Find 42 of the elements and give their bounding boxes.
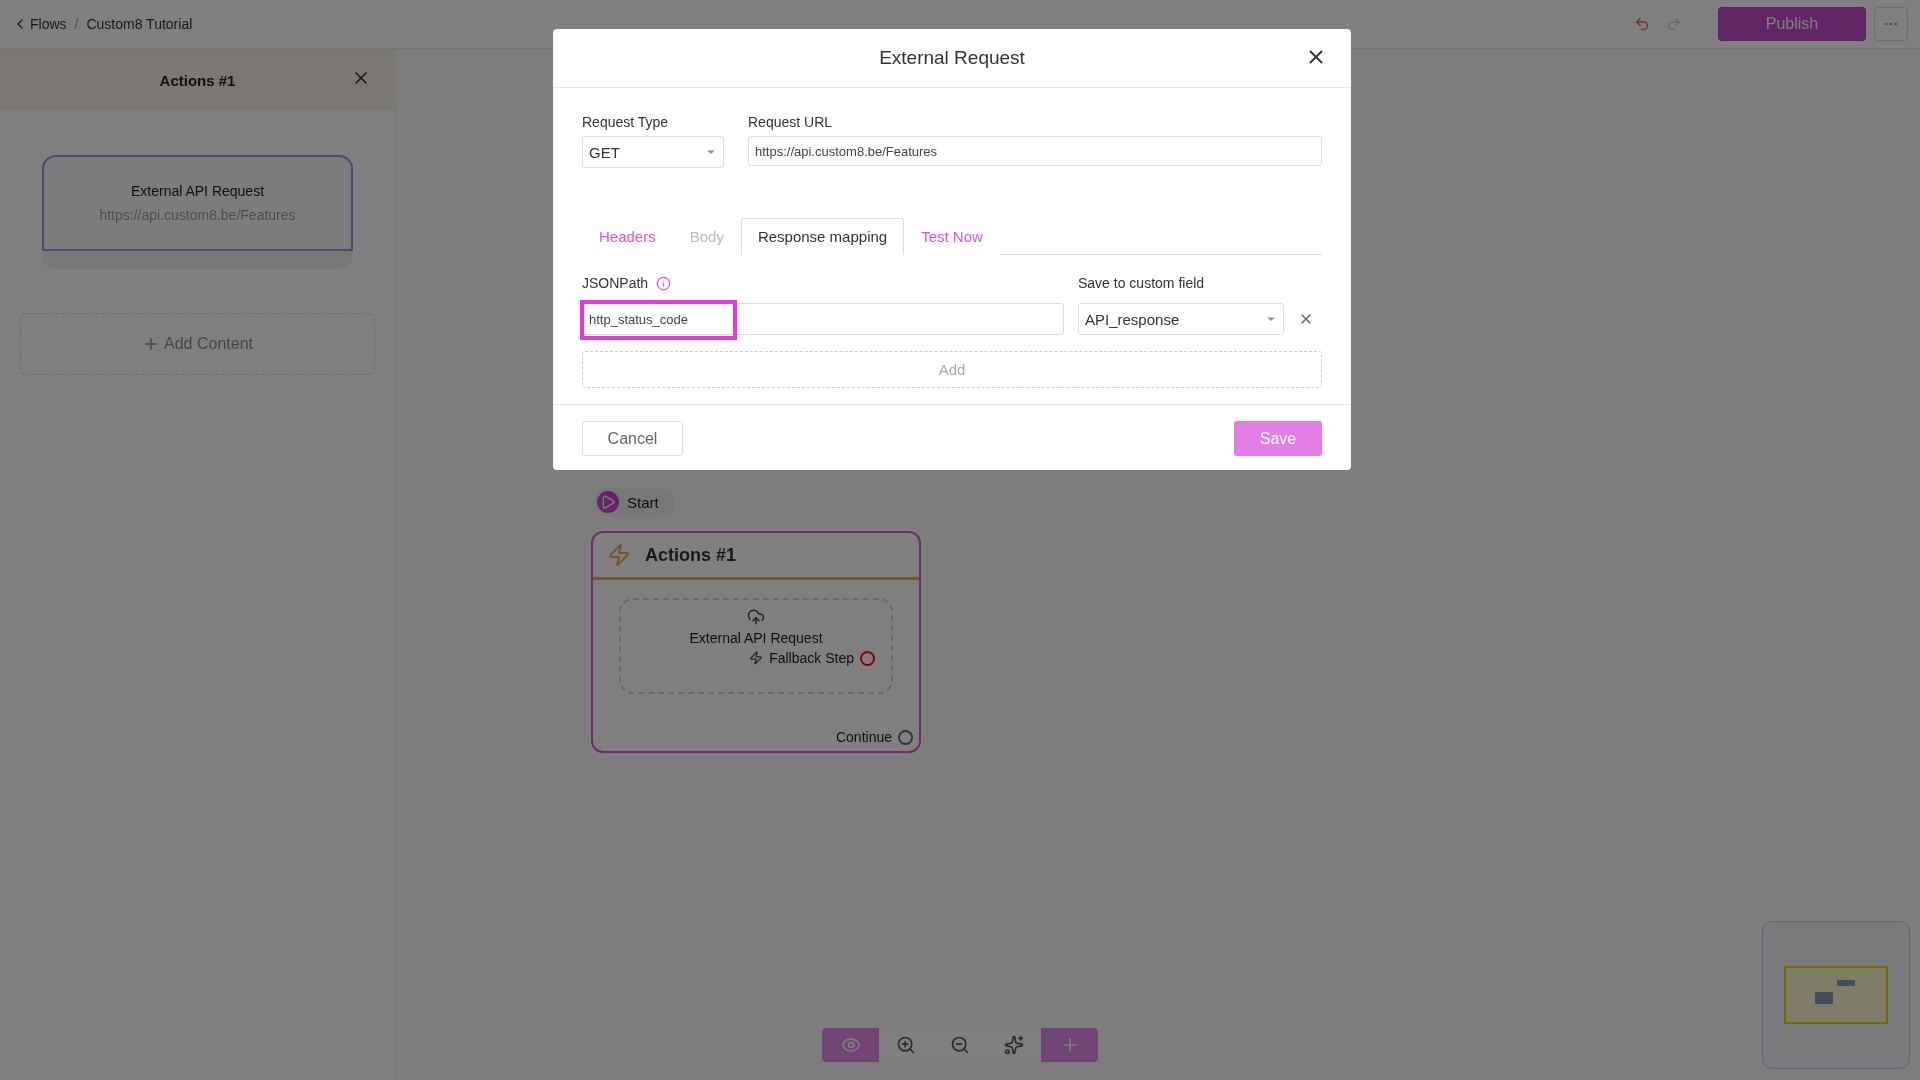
tab[interactable]: Response mapping xyxy=(740,218,905,255)
publish-button[interactable]: Publish xyxy=(1718,7,1866,41)
request-url-field[interactable]: https://api.custom8.be/Features xyxy=(748,136,1322,166)
play-icon xyxy=(597,491,619,513)
save-button[interactable]: Save xyxy=(1234,421,1322,456)
field-label: Request URL xyxy=(748,114,834,130)
redo-icon xyxy=(1666,16,1682,32)
preview-button[interactable] xyxy=(822,1028,879,1062)
breadcrumb-separator: / xyxy=(74,16,79,32)
step-card[interactable]: External API Request Fallback Step xyxy=(619,598,893,694)
action-node[interactable]: Actions #1 External API Request Fallback Step Continue xyxy=(591,531,921,753)
lightning-icon xyxy=(607,543,631,567)
card-title: External API Request xyxy=(130,183,265,199)
column-label: Save to custom field xyxy=(1078,275,1206,291)
undo-icon xyxy=(1634,16,1650,32)
back-link[interactable]: Flows xyxy=(12,16,67,32)
eye-icon xyxy=(840,1035,861,1055)
fallback-handle[interactable] xyxy=(860,650,875,666)
custom-field-select[interactable]: API_response xyxy=(1078,303,1284,335)
add-content-button[interactable]: Add Content xyxy=(20,313,375,375)
breadcrumb-current: Custom8 Tutorial xyxy=(86,16,193,32)
zoom-out-icon xyxy=(950,1035,970,1055)
add-mapping-button[interactable]: Add xyxy=(582,351,1322,388)
lightning-icon xyxy=(749,651,764,665)
cancel-button[interactable]: Cancel xyxy=(582,421,683,456)
info-icon[interactable] xyxy=(656,275,672,291)
column-label: JSONPath xyxy=(582,275,649,291)
fallback-label: Fallback Step xyxy=(769,650,854,666)
start-node[interactable]: Start xyxy=(593,487,675,517)
plus-icon xyxy=(142,335,160,353)
dialog-title: External Request xyxy=(879,47,1025,69)
step-title: External API Request xyxy=(689,630,823,646)
add-button[interactable] xyxy=(1041,1028,1098,1062)
request-type-select[interactable]: GET xyxy=(582,136,724,168)
continue-label: Continue xyxy=(835,729,892,745)
panel-title: Actions #1 xyxy=(159,71,236,89)
field-label: Request Type xyxy=(582,114,670,130)
cloud-upload-icon xyxy=(747,608,765,626)
zoom-in-icon xyxy=(896,1035,916,1055)
sparkles-icon xyxy=(1004,1035,1024,1055)
continue-handle[interactable] xyxy=(898,729,913,745)
node-title: Actions #1 xyxy=(645,544,737,566)
